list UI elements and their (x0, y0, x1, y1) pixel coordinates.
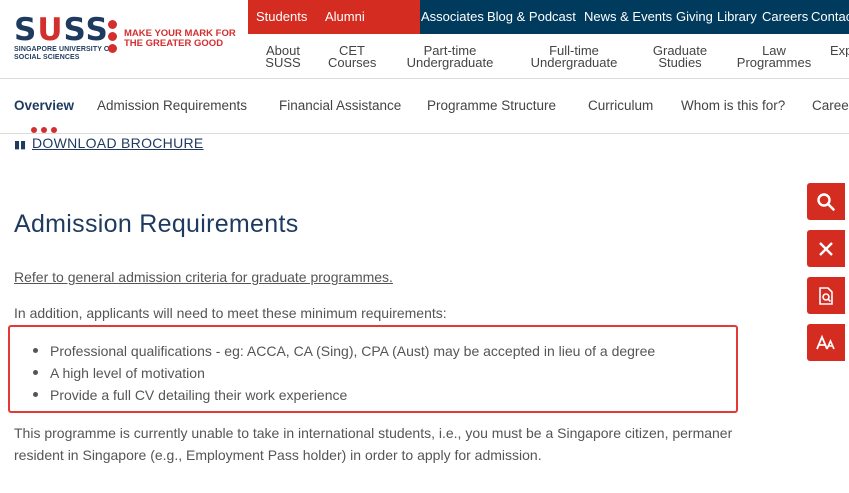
download-brochure-link[interactable]: DOWNLOAD BROCHURE (32, 135, 204, 151)
search-tool-button[interactable] (807, 183, 845, 220)
mainnav-fulltime-ug[interactable]: Full-time Undergraduate (528, 44, 620, 69)
mainnav-explore[interactable]: Exp (830, 45, 849, 57)
subnav-divider (0, 133, 849, 134)
close-icon (819, 241, 833, 256)
note-line-1: This programme is currently unable to ta… (14, 425, 733, 441)
list-item: Professional qualifications - eg: ACCA, … (32, 342, 655, 364)
list-item: Provide a full CV detailing their work e… (32, 386, 655, 408)
logo-tagline: Make your mark for the greater good (124, 28, 236, 49)
topbar-link-blog[interactable]: Blog & Podcast (487, 9, 576, 24)
logo-wordmark: SUSS (14, 12, 109, 48)
topbar-link-associates[interactable]: Associates (421, 9, 484, 24)
subnav-whom[interactable]: Whom is this for? (681, 98, 785, 113)
topbar-link-contact[interactable]: Contac (811, 9, 849, 24)
logo-dots (108, 20, 118, 56)
list-item: A high level of motivation (32, 364, 655, 386)
mainnav-cet[interactable]: CET Courses (328, 44, 376, 69)
international-note: This programme is currently unable to ta… (14, 422, 849, 466)
logo-subtitle: Singapore University of Social Sciences (14, 46, 114, 61)
topbar-link-news[interactable]: News & Events (584, 9, 672, 24)
download-brochure[interactable]: ▮▮ DOWNLOAD BROCHURE (14, 135, 204, 151)
subnav-structure[interactable]: Programme Structure (427, 98, 556, 113)
general-criteria-link[interactable]: Refer to general admission criteria for … (14, 269, 393, 285)
search-icon (817, 192, 835, 211)
subnav-admission[interactable]: Admission Requirements (97, 98, 247, 113)
suss-logo[interactable]: SUSS Singapore University of Social Scie… (14, 14, 244, 64)
mainnav-graduate[interactable]: Graduate Studies (650, 44, 710, 69)
subnav-career[interactable]: Caree (812, 98, 849, 113)
mainnav-parttime-ug[interactable]: Part-time Undergraduate (404, 44, 496, 69)
topbar-link-students[interactable]: Students (256, 9, 307, 24)
page-title: Admission Requirements (14, 210, 299, 238)
topbar-link-giving[interactable]: Giving (676, 9, 713, 24)
subnav-financial[interactable]: Financial Assistance (279, 98, 401, 113)
mainnav-law[interactable]: Law Programmes (734, 44, 814, 69)
topbar-link-alumni[interactable]: Alumni (325, 9, 365, 24)
font-size-tool-button[interactable] (807, 324, 845, 361)
topbar-link-library[interactable]: Library (717, 9, 757, 24)
document-search-tool-button[interactable] (807, 277, 845, 314)
topbar-link-careers[interactable]: Careers (762, 9, 808, 24)
note-line-2: resident in Singapore (e.g., Employment … (14, 447, 542, 463)
font-size-icon (816, 334, 835, 349)
mainnav-about[interactable]: About SUSS (264, 44, 302, 69)
subnav-overview[interactable]: Overview (14, 98, 74, 113)
brochure-icon: ▮▮ (14, 139, 27, 151)
subnav-curriculum[interactable]: Curriculum (588, 98, 653, 113)
requirements-list: Professional qualifications - eg: ACCA, … (32, 342, 655, 408)
close-tool-button[interactable] (807, 230, 845, 267)
requirements-intro: In addition, applicants will need to mee… (14, 305, 447, 321)
document-search-icon (819, 286, 833, 305)
header-divider (0, 78, 849, 79)
